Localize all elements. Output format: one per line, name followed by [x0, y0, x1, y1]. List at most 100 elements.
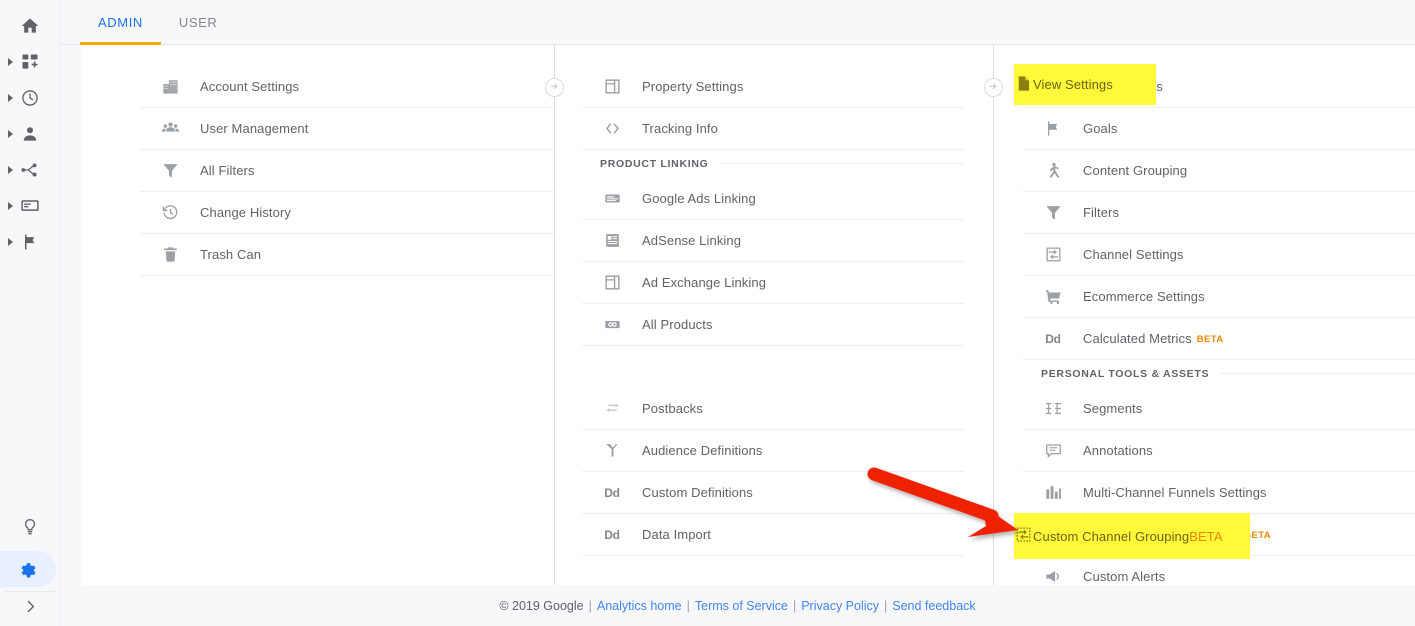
row-label: Multi-Channel Funnels Settings: [1083, 485, 1267, 500]
row-view-settings[interactable]: View Settings: [1023, 66, 1415, 108]
row-tracking-info[interactable]: Tracking Info: [582, 108, 964, 150]
sidebar-item-customization[interactable]: [0, 44, 60, 80]
copyright-text: © 2019 Google: [499, 598, 584, 613]
link-icon: [600, 315, 624, 334]
sidebar-item-behavior[interactable]: [0, 188, 60, 224]
row-label: Custom Alerts: [1083, 569, 1166, 584]
view-forward-button[interactable]: [984, 78, 1003, 97]
cart-icon: [1041, 287, 1065, 306]
row-label: Property Settings: [642, 79, 744, 94]
row-label: All Filters: [200, 163, 255, 178]
row-goals[interactable]: Goals: [1023, 108, 1415, 150]
tab-user[interactable]: USER: [161, 0, 236, 45]
rail-top-items: [0, 8, 60, 260]
sidebar-item-conversions[interactable]: [0, 224, 60, 260]
row-label: Custom Definitions: [642, 485, 753, 500]
row-data-import[interactable]: Dd Data Import: [582, 514, 964, 556]
users-icon: [158, 119, 182, 138]
beta-badge: BETA: [1196, 334, 1224, 345]
sidebar-item-home[interactable]: [0, 8, 60, 44]
sidebar-item-acquisition[interactable]: [0, 152, 60, 188]
funnel-icon: [1041, 203, 1065, 222]
row-content-grouping[interactable]: Content Grouping: [1023, 150, 1415, 192]
row-ecommerce-settings[interactable]: Ecommerce Settings: [1023, 276, 1415, 318]
row-google-ads-linking[interactable]: Google Ads Linking: [582, 178, 964, 220]
row-trash-can[interactable]: Trash Can: [140, 234, 554, 276]
page-footer: © 2019 Google | Analytics home | Terms o…: [60, 585, 1415, 626]
row-postbacks[interactable]: Postbacks: [582, 388, 964, 430]
row-calculated-metrics[interactable]: Dd Calculated Metrics BETA: [1023, 318, 1415, 360]
row-adsense-linking[interactable]: AdSense Linking: [582, 220, 964, 262]
audience-icon: [600, 441, 624, 460]
row-filters[interactable]: Filters: [1023, 192, 1415, 234]
footer-link-send-feedback[interactable]: Send feedback: [892, 599, 975, 613]
footer-separator: |: [588, 598, 592, 613]
document-icon: [1041, 77, 1065, 96]
expand-caret-icon: [8, 202, 13, 210]
code-icon: [600, 119, 624, 138]
dd-icon: Dd: [604, 485, 620, 500]
row-annotations[interactable]: Annotations: [1023, 430, 1415, 472]
segments-icon: [1041, 399, 1065, 418]
row-property-settings[interactable]: Property Settings: [582, 66, 964, 108]
row-audience-definitions[interactable]: Audience Definitions: [582, 430, 964, 472]
account-column: Account Settings User Management All Fil…: [140, 45, 554, 585]
trash-icon: [158, 245, 182, 264]
row-label: Ecommerce Settings: [1083, 289, 1205, 304]
expand-caret-icon: [8, 238, 13, 246]
row-user-management[interactable]: User Management: [140, 108, 554, 150]
row-ad-exchange-linking[interactable]: Ad Exchange Linking: [582, 262, 964, 304]
admin-panel: Account Settings User Management All Fil…: [81, 45, 1415, 598]
share-nodes-icon: [20, 160, 40, 180]
row-label: Postbacks: [642, 401, 703, 416]
section-label: PERSONAL TOOLS & ASSETS: [1041, 367, 1210, 380]
tab-user-label: USER: [178, 15, 218, 30]
beta-badge: BETA: [1244, 530, 1271, 541]
row-all-products[interactable]: All Products: [582, 304, 964, 346]
footer-link-analytics-home[interactable]: Analytics home: [597, 599, 682, 613]
row-custom-definitions[interactable]: Dd Custom Definitions: [582, 472, 964, 514]
row-account-settings[interactable]: Account Settings: [140, 66, 554, 108]
footer-separator: |: [792, 598, 797, 613]
row-label: Annotations: [1083, 443, 1153, 458]
dd-icon: Dd: [1045, 331, 1061, 346]
clock-icon: [20, 88, 40, 108]
top-tab-bar: ADMIN USER: [60, 0, 1415, 45]
tab-admin[interactable]: ADMIN: [80, 0, 161, 45]
sidebar-item-admin[interactable]: [0, 551, 56, 587]
bars-icon: [1041, 483, 1065, 502]
property-column: Property Settings Tracking Info PRODUCT …: [582, 45, 964, 585]
gear-icon: [18, 559, 38, 579]
footer-link-privacy-policy[interactable]: Privacy Policy: [801, 599, 879, 613]
sidebar-item-realtime[interactable]: [0, 80, 60, 116]
row-multi-channel-funnels-settings[interactable]: Multi-Channel Funnels Settings: [1023, 472, 1415, 514]
section-personal-tools-assets: PERSONAL TOOLS & ASSETS: [1023, 360, 1415, 388]
funnel-icon: [158, 161, 182, 180]
row-custom-channel-grouping[interactable]: Custom Channel Grouping BETA: [1023, 514, 1415, 556]
customization-icon: [20, 52, 40, 72]
sidebar-item-audience[interactable]: [0, 116, 60, 152]
footer-link-terms-of-service[interactable]: Terms of Service: [695, 599, 788, 613]
view-row-list: View Settings Goals Content Grouping Fil…: [1023, 66, 1415, 598]
lightbulb-icon: [20, 517, 40, 537]
row-channel-settings[interactable]: Channel Settings: [1023, 234, 1415, 276]
expand-caret-icon: [8, 166, 13, 174]
adsense-icon: [600, 231, 624, 250]
row-label: Ad Exchange Linking: [642, 275, 767, 290]
expand-sidebar-button[interactable]: [0, 592, 60, 626]
section-label: PRODUCT LINKING: [600, 157, 709, 170]
row-all-filters[interactable]: All Filters: [140, 150, 554, 192]
expand-caret-icon: [8, 130, 13, 138]
row-change-history[interactable]: Change History: [140, 192, 554, 234]
sidebar-item-discover[interactable]: [0, 509, 60, 545]
dd-icon: Dd: [604, 527, 620, 542]
row-label: Account Settings: [200, 79, 300, 94]
row-segments[interactable]: Segments: [1023, 388, 1415, 430]
column-spacer: [582, 346, 964, 388]
flag-icon: [20, 232, 40, 252]
row-label: Change History: [200, 205, 291, 220]
annotation-icon: [1041, 441, 1065, 460]
row-label: Segments: [1083, 401, 1143, 416]
row-label: Data Import: [642, 527, 712, 542]
layout-icon: [600, 77, 624, 96]
